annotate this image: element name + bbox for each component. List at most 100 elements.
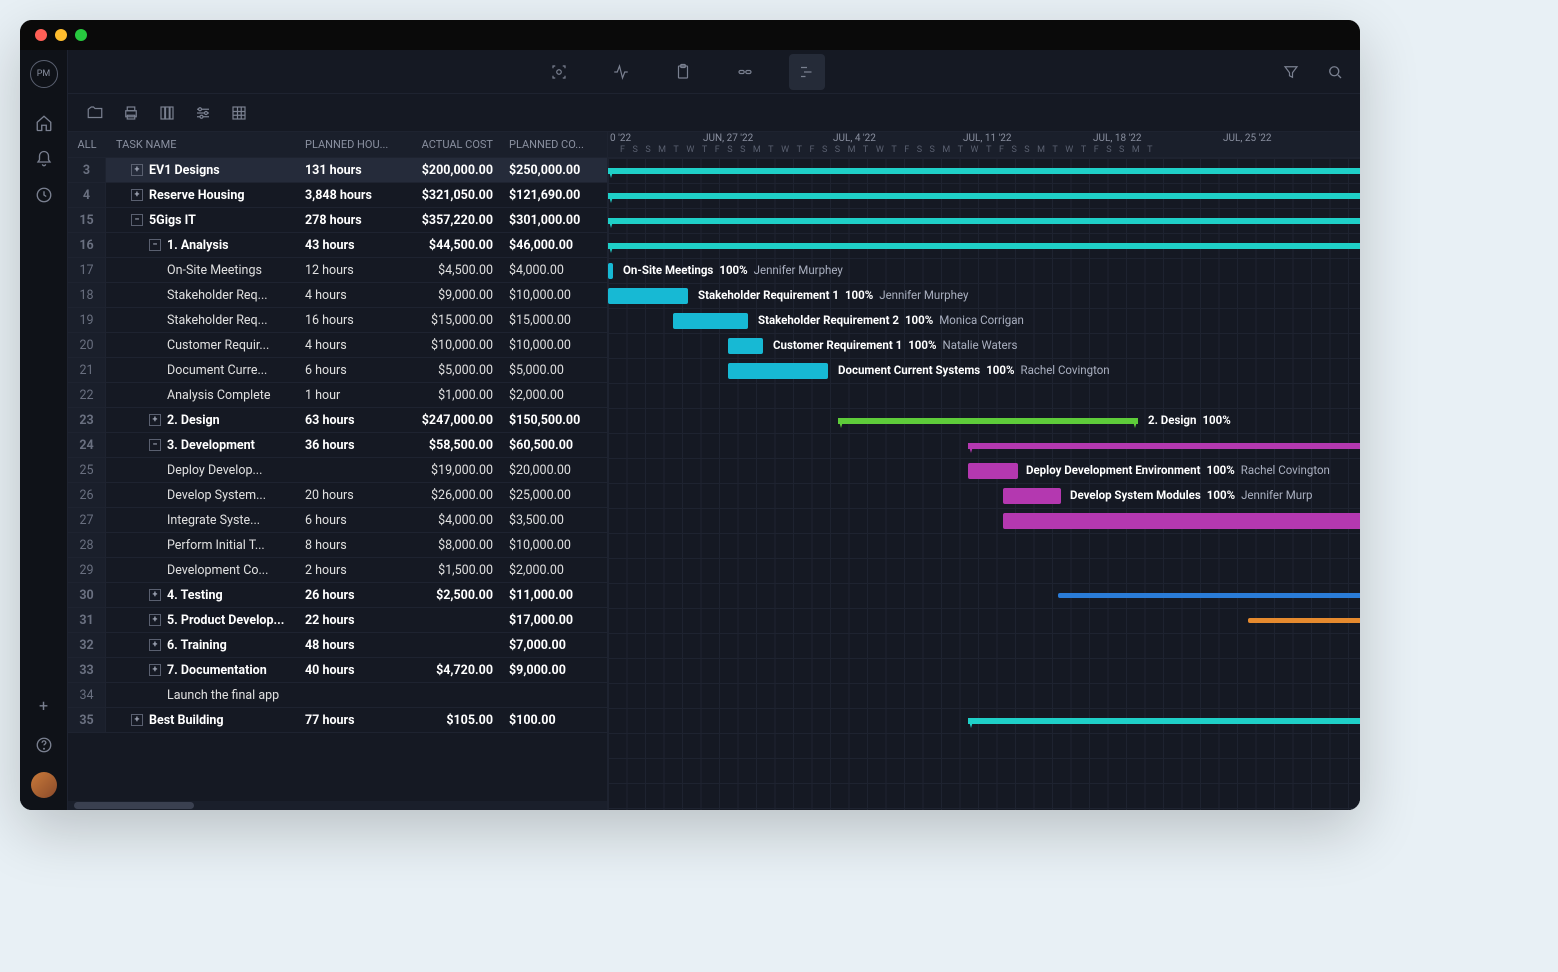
expand-toggle[interactable]: + [131, 714, 143, 726]
task-name-cell[interactable]: Stakeholder Req... [106, 288, 299, 303]
task-name-cell[interactable]: Analysis Complete [106, 388, 299, 403]
header-planned-hours[interactable]: PLANNED HOU... [299, 138, 399, 151]
gantt-timeline-header[interactable]: 0 '22JUN, 27 '22JUL, 4 '22JUL, 11 '22JUL… [608, 132, 1360, 158]
filter-icon[interactable] [1282, 63, 1300, 81]
task-row[interactable]: 21Document Curre...6 hours$5,000.00$5,00… [68, 358, 607, 383]
planned-cost-cell[interactable]: $121,690.00 [503, 188, 607, 203]
task-row[interactable]: 16−1. Analysis43 hours$44,500.00$46,000.… [68, 233, 607, 258]
planned-hours-cell[interactable]: 48 hours [299, 638, 399, 653]
view-clipboard-icon[interactable] [665, 54, 701, 90]
row-number[interactable]: 3 [68, 158, 106, 182]
expand-toggle[interactable]: + [131, 189, 143, 201]
planned-cost-cell[interactable]: $10,000.00 [503, 288, 607, 303]
expand-toggle[interactable]: − [149, 439, 161, 451]
view-activity-icon[interactable] [603, 54, 639, 90]
planned-cost-cell[interactable]: $15,000.00 [503, 313, 607, 328]
planned-hours-cell[interactable]: 40 hours [299, 663, 399, 678]
planned-hours-cell[interactable]: 131 hours [299, 163, 399, 178]
row-number[interactable]: 26 [68, 483, 106, 507]
actual-cost-cell[interactable]: $8,000.00 [399, 538, 503, 553]
gantt-bar[interactable] [608, 168, 1360, 174]
task-name-cell[interactable]: −5Gigs IT [106, 213, 299, 228]
row-number[interactable]: 31 [68, 608, 106, 632]
gantt-bar[interactable] [968, 443, 1360, 449]
row-number[interactable]: 20 [68, 333, 106, 357]
actual-cost-cell[interactable]: $15,000.00 [399, 313, 503, 328]
expand-toggle[interactable]: + [149, 614, 161, 626]
row-number[interactable]: 21 [68, 358, 106, 382]
planned-hours-cell[interactable]: 20 hours [299, 488, 399, 503]
gantt-bar[interactable] [728, 363, 828, 379]
actual-cost-cell[interactable]: $200,000.00 [399, 163, 503, 178]
task-row[interactable]: 34Launch the final app [68, 683, 607, 708]
task-name-cell[interactable]: Document Curre... [106, 363, 299, 378]
planned-cost-cell[interactable]: $150,500.00 [503, 413, 607, 428]
gantt-bar[interactable] [608, 263, 613, 279]
expand-toggle[interactable]: + [149, 589, 161, 601]
actual-cost-cell[interactable]: $9,000.00 [399, 288, 503, 303]
planned-cost-cell[interactable]: $5,000.00 [503, 363, 607, 378]
task-name-cell[interactable]: On-Site Meetings [106, 263, 299, 278]
planned-hours-cell[interactable]: 1 hour [299, 388, 399, 403]
task-row[interactable]: 29Development Co...2 hours$1,500.00$2,00… [68, 558, 607, 583]
row-number[interactable]: 27 [68, 508, 106, 532]
home-icon[interactable] [35, 114, 53, 132]
planned-hours-cell[interactable]: 6 hours [299, 363, 399, 378]
view-gantt-icon[interactable] [789, 54, 825, 90]
grid-scrollbar[interactable] [68, 801, 607, 810]
task-row[interactable]: 28Perform Initial T...8 hours$8,000.00$1… [68, 533, 607, 558]
planned-cost-cell[interactable]: $3,500.00 [503, 513, 607, 528]
planned-hours-cell[interactable]: 3,848 hours [299, 188, 399, 203]
actual-cost-cell[interactable]: $10,000.00 [399, 338, 503, 353]
planned-hours-cell[interactable]: 12 hours [299, 263, 399, 278]
planned-cost-cell[interactable]: $46,000.00 [503, 238, 607, 253]
task-row[interactable]: 4+Reserve Housing3,848 hours$321,050.00$… [68, 183, 607, 208]
row-number[interactable]: 17 [68, 258, 106, 282]
view-scan-icon[interactable] [541, 54, 577, 90]
row-number[interactable]: 16 [68, 233, 106, 257]
help-icon[interactable] [35, 736, 53, 754]
task-name-cell[interactable]: −1. Analysis [106, 238, 299, 253]
actual-cost-cell[interactable]: $4,000.00 [399, 513, 503, 528]
row-number[interactable]: 34 [68, 683, 106, 707]
folder-icon[interactable] [86, 104, 104, 122]
task-row[interactable]: 32+6. Training48 hours$7,000.00 [68, 633, 607, 658]
task-row[interactable]: 23+2. Design63 hours$247,000.00$150,500.… [68, 408, 607, 433]
row-number[interactable]: 23 [68, 408, 106, 432]
gantt-bar[interactable] [838, 418, 1138, 424]
task-name-cell[interactable]: Perform Initial T... [106, 538, 299, 553]
expand-toggle[interactable]: − [131, 214, 143, 226]
task-name-cell[interactable]: +5. Product Develop... [106, 613, 299, 628]
actual-cost-cell[interactable]: $105.00 [399, 713, 503, 728]
task-name-cell[interactable]: Develop System... [106, 488, 299, 503]
task-name-cell[interactable]: Integrate Syste... [106, 513, 299, 528]
row-number[interactable]: 4 [68, 183, 106, 207]
row-number[interactable]: 28 [68, 533, 106, 557]
header-task-name[interactable]: TASK NAME [106, 138, 299, 151]
gantt-body[interactable]: On-Site Meetings100%Jennifer MurpheyStak… [608, 158, 1360, 810]
task-row[interactable]: 30+4. Testing26 hours$2,500.00$11,000.00 [68, 583, 607, 608]
planned-hours-cell[interactable]: 4 hours [299, 338, 399, 353]
task-row[interactable]: 17On-Site Meetings12 hours$4,500.00$4,00… [68, 258, 607, 283]
task-name-cell[interactable]: +4. Testing [106, 588, 299, 603]
gantt-bar[interactable] [968, 718, 1360, 724]
task-name-cell[interactable]: +6. Training [106, 638, 299, 653]
actual-cost-cell[interactable]: $4,720.00 [399, 663, 503, 678]
planned-hours-cell[interactable]: 43 hours [299, 238, 399, 253]
gantt-bar[interactable] [968, 463, 1018, 479]
task-name-cell[interactable]: Customer Requir... [106, 338, 299, 353]
header-planned-cost[interactable]: PLANNED CO... [503, 138, 607, 151]
actual-cost-cell[interactable]: $1,500.00 [399, 563, 503, 578]
planned-cost-cell[interactable]: $4,000.00 [503, 263, 607, 278]
planned-cost-cell[interactable]: $100.00 [503, 713, 607, 728]
row-number[interactable]: 25 [68, 458, 106, 482]
task-name-cell[interactable]: +Best Building [106, 713, 299, 728]
row-number[interactable]: 24 [68, 433, 106, 457]
add-button[interactable]: + [31, 692, 57, 718]
gantt-bar[interactable] [608, 288, 688, 304]
settings-sliders-icon[interactable] [194, 104, 212, 122]
app-logo[interactable]: PM [30, 60, 58, 88]
task-name-cell[interactable]: +2. Design [106, 413, 299, 428]
row-number[interactable]: 22 [68, 383, 106, 407]
planned-hours-cell[interactable]: 22 hours [299, 613, 399, 628]
